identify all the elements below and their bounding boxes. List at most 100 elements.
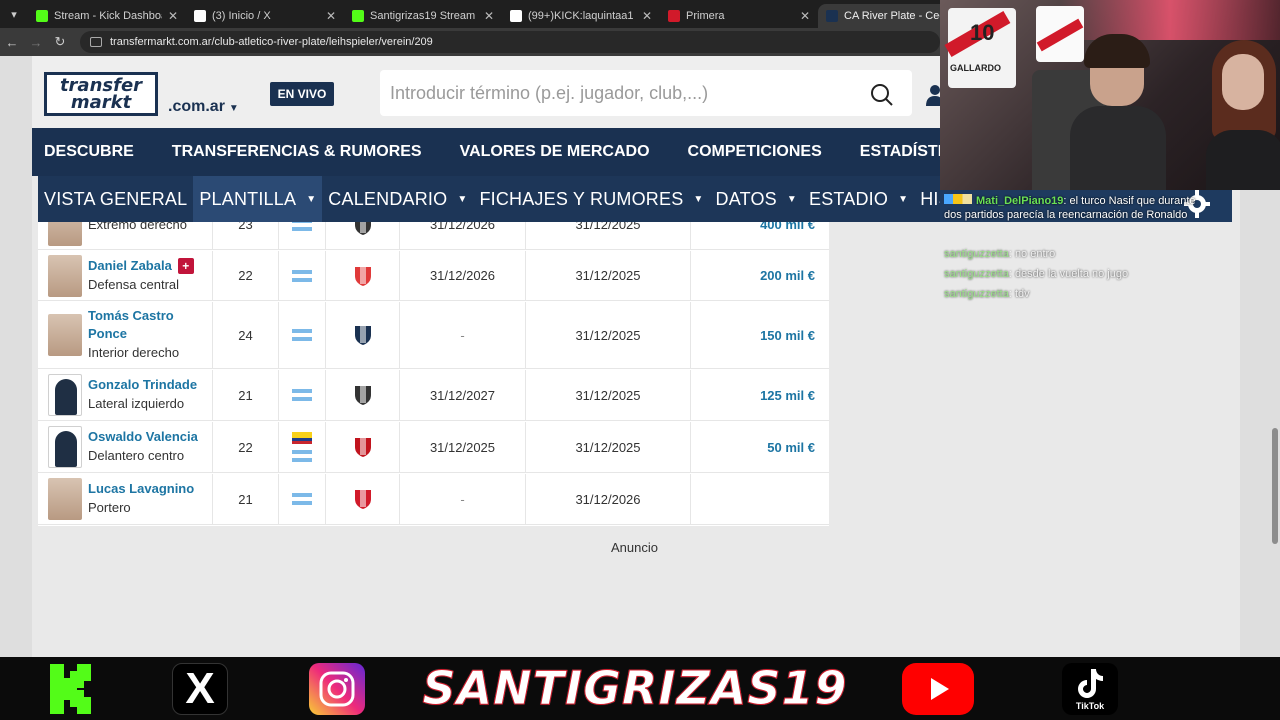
newells-crest-icon[interactable] (353, 436, 373, 458)
streamer-body (1070, 106, 1166, 190)
co-host-face (1222, 54, 1264, 110)
talleres-crest-icon[interactable] (353, 324, 373, 346)
contract-date-cell: 31/12/2026 (526, 474, 691, 524)
central-cordoba-crest-icon[interactable] (353, 222, 373, 236)
river-crest-icon (668, 10, 680, 22)
age-cell: 22 (213, 251, 279, 300)
colombia-flag-icon (292, 432, 312, 444)
joined-date-cell: 31/12/2027 (400, 370, 526, 420)
sub-nav-item[interactable]: PLANTILLA ▼ (193, 176, 323, 222)
player-info: Lucas Lavagnino Portero (88, 480, 194, 518)
club-cell (326, 251, 400, 300)
browser-tab[interactable]: (3) Inicio / X ✕ (186, 4, 344, 28)
player-name-link[interactable]: Tomás Castro Ponce (88, 307, 212, 343)
browser-tab[interactable]: Santigrizas19 Stream - Watch L ✕ (344, 4, 502, 28)
table-row: Lucas Lavagnino Portero 21 -31/12/2026 (38, 474, 829, 525)
huracan-crest-icon[interactable] (353, 265, 373, 287)
player-name[interactable]: Daniel Zabala (88, 257, 172, 275)
back-icon[interactable]: ← (0, 35, 24, 50)
table-row: Gonzalo Trindade Lateral izquierdo 21 31/12… (38, 370, 829, 421)
player-photo[interactable] (48, 254, 82, 297)
tab-search-chevron-icon[interactable]: ▾ (0, 0, 28, 28)
player-name-link[interactable]: Daniel Zabala + (88, 257, 194, 275)
player-name-link[interactable]: Gonzalo Trindade (88, 376, 197, 394)
argentina-flag-icon (292, 222, 312, 231)
sub-nav-item[interactable]: DATOS ▼ (710, 176, 803, 222)
brand-text: SANTIGRIZAS19 (422, 661, 848, 716)
streamer (1070, 34, 1166, 190)
player-photo[interactable] (48, 314, 82, 356)
central-cordoba-crest-icon[interactable] (353, 384, 373, 406)
player-name[interactable]: Gonzalo Trindade (88, 376, 197, 394)
player-position: Lateral izquierdo (88, 396, 185, 411)
close-tab-icon[interactable]: ✕ (484, 9, 494, 23)
sub-nav-item[interactable]: VISTA GENERAL (38, 176, 193, 222)
independiente-crest-icon[interactable] (353, 488, 373, 510)
player-name[interactable]: Lucas Lavagnino (88, 480, 194, 498)
player-cell: Gonzalo Trindade Lateral izquierdo (38, 370, 213, 420)
player-name[interactable]: Tomás Castro Ponce (88, 307, 212, 343)
forward-icon[interactable]: → (24, 35, 48, 50)
chat-username: santiguzzetta (944, 288, 1009, 300)
club-cell (326, 474, 400, 524)
main-nav-item[interactable]: VALORES DE MERCADO (460, 143, 650, 161)
sub-nav-label: DATOS (715, 188, 777, 209)
player-photo[interactable] (48, 478, 82, 520)
player-name-link[interactable]: Lucas Lavagnino (88, 480, 194, 498)
site-info-icon[interactable] (90, 37, 102, 47)
sub-nav-label: VISTA GENERAL (44, 188, 188, 209)
player-name[interactable]: Oswaldo Valencia (88, 428, 198, 446)
age-cell: 21 (213, 474, 279, 524)
close-tab-icon[interactable]: ✕ (800, 9, 810, 23)
market-value-cell[interactable]: 125 mil € (691, 370, 829, 420)
player-name-link[interactable]: Oswaldo Valencia (88, 428, 198, 446)
sub-nav-label: ESTADIO (809, 188, 889, 209)
contract-date-cell: 31/12/2025 (526, 251, 691, 300)
chat-username: santiguzzetta (944, 248, 1009, 260)
live-button[interactable]: EN VIVO (270, 82, 334, 106)
player-photo[interactable] (48, 374, 82, 416)
player-photo[interactable] (48, 426, 82, 468)
scrollbar-thumb[interactable] (1272, 428, 1278, 544)
main-nav-item[interactable]: DESCUBRE (44, 143, 134, 161)
sub-nav-item[interactable]: FICHAJES Y RUMORES ▼ (473, 176, 709, 222)
search-icon[interactable] (870, 83, 894, 107)
main-nav-item[interactable]: TRANSFERENCIAS & RUMORES (172, 143, 422, 161)
domain-selector[interactable]: .com.ar ▼ (168, 98, 239, 116)
sub-nav-item[interactable]: ESTADIO ▼ (803, 176, 914, 222)
player-info: Gonzalo Trindade Lateral izquierdo (88, 376, 197, 414)
browser-tab[interactable]: (99+)KICK:laquintaa1 #galoppo ✕ (502, 4, 660, 28)
market-value-cell[interactable]: 200 mil € (691, 251, 829, 300)
player-cell: Tomás Castro Ponce Interior derecho (38, 302, 213, 368)
sub-nav-item[interactable]: CALENDARIO ▼ (322, 176, 473, 222)
player-position: Delantero centro (88, 448, 185, 463)
chat-text: : desde la vuelta no jugo (1008, 268, 1129, 280)
sub-nav-item[interactable]: HISTORIA▼ (914, 176, 940, 222)
injury-icon[interactable]: + (177, 257, 194, 274)
market-value-cell[interactable]: 150 mil € (691, 302, 829, 368)
nationality-cell (279, 302, 326, 368)
close-tab-icon[interactable]: ✕ (642, 9, 652, 23)
url-input[interactable]: transfermarkt.com.ar/club-atletico-river… (80, 31, 940, 53)
age-cell: 21 (213, 370, 279, 420)
kick-logo-icon (44, 663, 100, 715)
streamer-hair (1084, 34, 1150, 68)
player-photo[interactable] (48, 222, 82, 246)
transfermarkt-logo[interactable]: transfer markt (44, 72, 158, 116)
close-tab-icon[interactable]: ✕ (326, 9, 336, 23)
nationality-cell (279, 251, 326, 300)
search-input[interactable] (390, 78, 850, 108)
main-nav-item[interactable]: COMPETICIONES (688, 143, 822, 161)
browser-tab[interactable]: Stream - Kick Dashboard ✕ (28, 4, 186, 28)
tiktok-logo-icon: TikTok (1062, 663, 1118, 715)
close-tab-icon[interactable]: ✕ (168, 9, 178, 23)
market-value-cell[interactable]: 50 mil € (691, 422, 829, 472)
reload-icon[interactable]: ↻ (48, 34, 72, 50)
market-value-cell[interactable] (691, 474, 829, 524)
browser-tab[interactable]: Primera ✕ (660, 4, 818, 28)
market-value-cell[interactable]: 400 mil € (691, 222, 829, 249)
player-position: Interior derecho (88, 345, 180, 360)
tab-title: Santigrizas19 Stream - Watch L (370, 10, 478, 22)
player-position: Portero (88, 500, 131, 515)
dropdown-arrow-icon: ▼ (898, 193, 909, 205)
